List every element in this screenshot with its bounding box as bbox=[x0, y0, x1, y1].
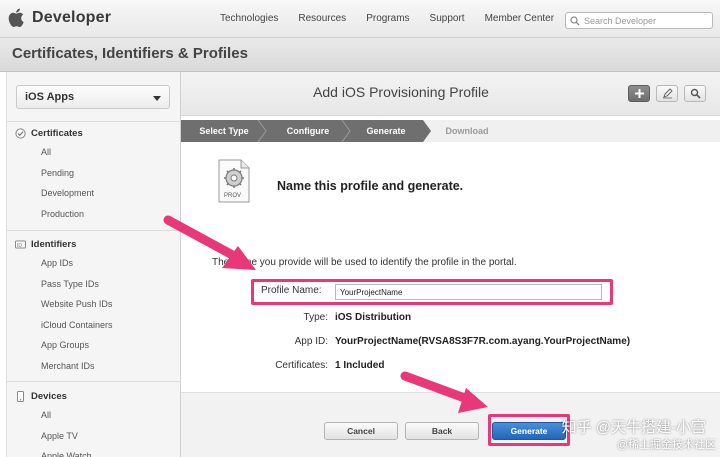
sidebar-item-certificates-production[interactable]: Production bbox=[15, 204, 94, 225]
nav-link-member-center[interactable]: Member Center bbox=[485, 13, 554, 24]
profile-name-input[interactable] bbox=[335, 284, 602, 300]
search-icon bbox=[570, 15, 580, 25]
edit-button[interactable] bbox=[656, 85, 678, 102]
panel-title: Add iOS Provisioning Profile bbox=[313, 84, 489, 100]
type-value: iOS Distribution bbox=[335, 312, 412, 323]
watermark-juejin: @稀土掘金技术社区 bbox=[616, 439, 716, 451]
app-id-label: App ID: bbox=[294, 336, 328, 347]
main-panel: Add iOS Provisioning Profile Select Type… bbox=[181, 72, 720, 457]
description-text: The name you provide will be used to ide… bbox=[212, 257, 517, 268]
divider bbox=[7, 121, 182, 122]
divider bbox=[7, 230, 182, 231]
step-select-type: Select Type bbox=[199, 126, 249, 136]
certificate-icon bbox=[15, 127, 26, 139]
sidebar-item-app-groups[interactable]: App Groups bbox=[15, 335, 113, 356]
nav-link-resources[interactable]: Resources bbox=[298, 13, 346, 24]
sidebar-heading-identifiers[interactable]: ID Identifiers bbox=[15, 235, 113, 253]
device-icon bbox=[17, 390, 24, 402]
sidebar-item-certificates-development[interactable]: Development bbox=[15, 183, 94, 204]
step-separator-icon bbox=[257, 120, 267, 142]
sidebar-heading-label: Certificates bbox=[31, 127, 83, 139]
panel-header: Add iOS Provisioning Profile bbox=[181, 72, 720, 116]
step-generate: Generate bbox=[366, 126, 406, 136]
sidebar-heading-label: Devices bbox=[31, 390, 67, 402]
type-label: Type: bbox=[303, 312, 328, 323]
sidebar: iOS Apps Certificates All Pending Develo… bbox=[6, 72, 182, 457]
sidebar-item-certificates-pending[interactable]: Pending bbox=[15, 163, 94, 184]
sidebar-heading-label: Identifiers bbox=[31, 238, 77, 250]
platform-select-value: iOS Apps bbox=[25, 91, 75, 103]
app-id-value: YourProjectName(RVSA8S3F7R.com.ayang.You… bbox=[335, 336, 631, 347]
search-box[interactable] bbox=[565, 12, 713, 29]
nav-link-technologies[interactable]: Technologies bbox=[220, 13, 278, 24]
sidebar-item-pass-type-ids[interactable]: Pass Type IDs bbox=[15, 274, 113, 295]
search-icon bbox=[690, 88, 701, 99]
chevron-down-icon bbox=[153, 96, 161, 101]
sidebar-heading-certificates[interactable]: Certificates bbox=[15, 124, 94, 142]
step-indicator: Select Type Configure Generate Download bbox=[181, 120, 720, 142]
apple-logo-icon bbox=[8, 8, 24, 27]
step-configure: Configure bbox=[286, 126, 330, 136]
sidebar-section-identifiers: ID Identifiers App IDs Pass Type IDs Web… bbox=[15, 235, 113, 376]
sidebar-item-icloud-containers[interactable]: iCloud Containers bbox=[15, 315, 113, 336]
nav-link-programs[interactable]: Programs bbox=[366, 13, 409, 24]
sidebar-item-merchant-ids[interactable]: Merchant IDs bbox=[15, 356, 113, 377]
search-input[interactable] bbox=[584, 15, 709, 26]
title-bar: Certificates, Identifiers & Profiles bbox=[0, 38, 720, 72]
certificates-value: 1 Included bbox=[335, 360, 385, 371]
sidebar-section-certificates: Certificates All Pending Development Pro… bbox=[15, 124, 94, 224]
file-icon-label: PROV bbox=[224, 193, 242, 199]
svg-text:ID: ID bbox=[17, 242, 22, 248]
add-button[interactable] bbox=[628, 85, 650, 102]
search-button[interactable] bbox=[684, 85, 706, 102]
top-nav: Developer Technologies Resources Program… bbox=[0, 0, 720, 38]
section-heading: Name this profile and generate. bbox=[277, 179, 464, 193]
sidebar-section-devices: Devices All Apple TV Apple Watch bbox=[15, 387, 92, 457]
pencil-icon bbox=[662, 88, 673, 99]
nav-link-support[interactable]: Support bbox=[430, 13, 465, 24]
sidebar-item-apple-tv[interactable]: Apple TV bbox=[15, 426, 92, 447]
sidebar-item-devices-all[interactable]: All bbox=[15, 405, 92, 426]
page-title: Certificates, Identifiers & Profiles bbox=[12, 45, 248, 62]
generate-highlight bbox=[488, 414, 570, 446]
brand[interactable]: Developer bbox=[8, 8, 111, 27]
cancel-button[interactable]: Cancel bbox=[324, 422, 398, 440]
sidebar-heading-devices[interactable]: Devices bbox=[15, 387, 92, 405]
sidebar-item-apple-watch[interactable]: Apple Watch bbox=[15, 446, 92, 457]
step-bar-arrow bbox=[423, 120, 431, 142]
watermark-zhihu: 知乎 @天牛搭建-小宫 bbox=[561, 419, 706, 436]
sidebar-item-website-push-ids[interactable]: Website Push IDs bbox=[15, 294, 113, 315]
brand-name: Developer bbox=[32, 8, 112, 26]
certificates-label: Certificates: bbox=[275, 360, 328, 371]
plus-icon bbox=[634, 89, 644, 98]
sidebar-item-app-ids[interactable]: App IDs bbox=[15, 253, 113, 274]
sidebar-item-certificates-all[interactable]: All bbox=[15, 142, 94, 163]
step-separator-icon bbox=[341, 120, 351, 142]
platform-select[interactable]: iOS Apps bbox=[16, 85, 170, 109]
back-button[interactable]: Back bbox=[405, 422, 479, 440]
step-download: Download bbox=[445, 126, 489, 136]
nav-links: Technologies Resources Programs Support … bbox=[220, 13, 574, 24]
id-icon: ID bbox=[15, 240, 26, 248]
profile-name-label: Profile Name: bbox=[261, 285, 322, 296]
divider bbox=[7, 381, 182, 382]
